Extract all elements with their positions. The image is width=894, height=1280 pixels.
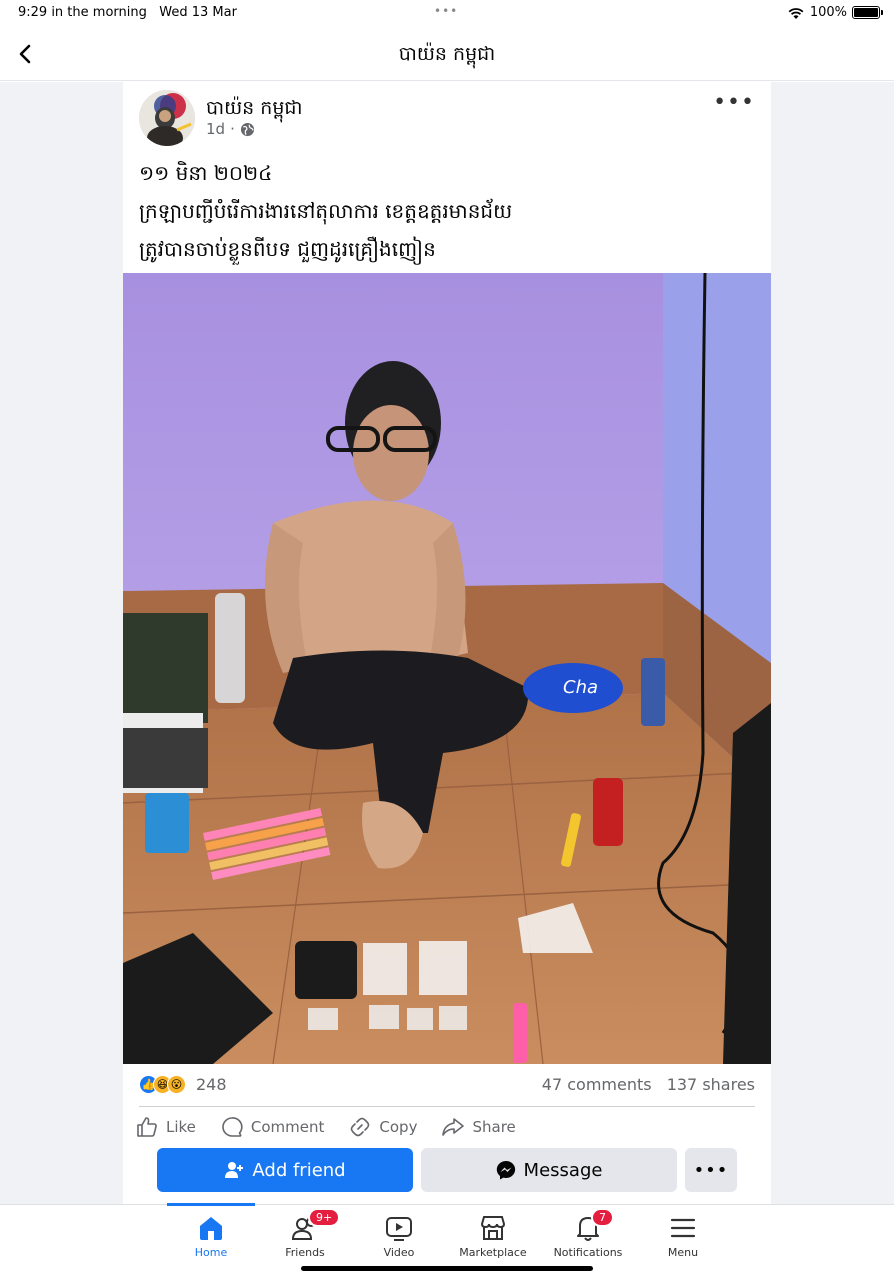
nav-video[interactable]: Video <box>349 1213 449 1259</box>
comment-button[interactable]: Comment <box>220 1115 325 1139</box>
status-date: Wed 13 Mar <box>159 5 237 20</box>
nav-friends-label: Friends <box>285 1246 325 1259</box>
reactions-row: 👍 😆 😮 248 47 comments 137 shares <box>139 1074 755 1098</box>
multitasking-dots[interactable]: ••• <box>434 4 458 18</box>
comment-label: Comment <box>250 1118 325 1136</box>
like-button[interactable]: Like <box>135 1115 196 1139</box>
post-options-button[interactable]: ••• <box>713 90 755 115</box>
nav-home-label: Home <box>194 1246 228 1259</box>
post-photo[interactable]: Cha <box>123 273 771 1064</box>
marketplace-icon <box>480 1216 506 1240</box>
post-actions: Like Comment Copy Share <box>135 1115 759 1139</box>
wow-reaction-icon: 😮 <box>167 1075 186 1094</box>
post-text: ១១ មិនា ២០២៤ ក្រឡាបញ្ជីបំរើការងារនៅតុលាក… <box>139 154 512 268</box>
copy-button[interactable]: Copy <box>348 1115 417 1139</box>
nav-home[interactable]: Home <box>161 1213 261 1259</box>
add-friend-label: Add friend <box>252 1159 346 1181</box>
nav-friends[interactable]: 9+ Friends <box>255 1208 355 1259</box>
nav-notifications-label: Notifications <box>553 1246 623 1259</box>
active-tab-indicator <box>167 1203 255 1206</box>
wifi-icon <box>788 7 804 19</box>
post-text-line: ១១ មិនា ២០២៤ <box>139 161 273 185</box>
post-text-line: ត្រូវបានចាប់ខ្លួនពីបទ ជួញដូរគ្រឿងញៀន <box>139 237 436 261</box>
post-photo-image: Cha <box>123 273 771 1064</box>
home-indicator[interactable] <box>301 1266 593 1271</box>
page-title: បាយ៉ន កម្ពុជា <box>398 43 496 65</box>
status-indicators: 100% <box>787 5 883 20</box>
share-label: Share <box>472 1118 516 1136</box>
top-header: បាយ៉ន កម្ពុជា <box>0 26 894 81</box>
home-icon <box>200 1217 222 1240</box>
share-arrow-icon <box>442 1118 465 1136</box>
add-friend-button[interactable]: Add friend <box>157 1148 413 1192</box>
post-meta: 1d · <box>206 120 255 138</box>
hamburger-menu-icon <box>670 1218 696 1238</box>
comments-count[interactable]: 47 comments <box>542 1075 652 1094</box>
nav-menu-label: Menu <box>667 1246 699 1259</box>
post-time[interactable]: 1d <box>206 120 225 138</box>
nav-menu[interactable]: Menu <box>633 1213 733 1259</box>
profile-cta-row: Add friend Message ••• <box>157 1148 737 1192</box>
post-stats: 47 comments 137 shares <box>532 1075 755 1094</box>
video-icon <box>386 1217 412 1241</box>
link-icon <box>351 1117 370 1137</box>
post-card: បាយ៉ន កម្ពុជា 1d · ••• ១១ មិនា ២០២៤ ក្រឡ… <box>123 82 771 1204</box>
nav-video-label: Video <box>383 1246 415 1259</box>
reaction-summary[interactable]: 👍 😆 😮 <box>139 1075 186 1094</box>
message-button[interactable]: Message <box>421 1148 677 1192</box>
nav-marketplace[interactable]: Marketplace <box>443 1213 543 1259</box>
add-user-icon <box>225 1162 244 1178</box>
svg-text:Cha: Cha <box>563 677 598 698</box>
reaction-count[interactable]: 248 <box>196 1075 227 1094</box>
notifications-badge: 7 <box>591 1208 614 1227</box>
battery-icon <box>852 6 883 19</box>
status-time: 9:29 in the morning Wed 13 Mar <box>18 5 237 20</box>
status-bar: 9:29 in the morning Wed 13 Mar ••• 100% <box>0 0 894 26</box>
post-text-line: ក្រឡាបញ្ជីបំរើការងារនៅតុលាការ ខេត្តឧត្តរ… <box>139 199 513 223</box>
battery-percent: 100% <box>809 5 847 20</box>
nav-notifications[interactable]: 7 Notifications <box>538 1208 638 1259</box>
meta-separator: · <box>230 120 235 138</box>
copy-label: Copy <box>379 1118 418 1136</box>
share-button[interactable]: Share <box>441 1115 516 1139</box>
friends-badge: 9+ <box>308 1208 341 1227</box>
nav-marketplace-label: Marketplace <box>459 1246 527 1259</box>
comment-bubble-icon <box>222 1117 243 1137</box>
more-options-button[interactable]: ••• <box>685 1148 737 1192</box>
thumbs-up-icon <box>137 1117 157 1137</box>
divider <box>139 1106 755 1107</box>
like-label: Like <box>166 1118 196 1136</box>
shares-count[interactable]: 137 shares <box>667 1075 755 1094</box>
message-label: Message <box>523 1159 603 1181</box>
messenger-icon <box>496 1160 515 1180</box>
page-avatar[interactable] <box>139 90 195 146</box>
globe-icon <box>240 122 254 136</box>
